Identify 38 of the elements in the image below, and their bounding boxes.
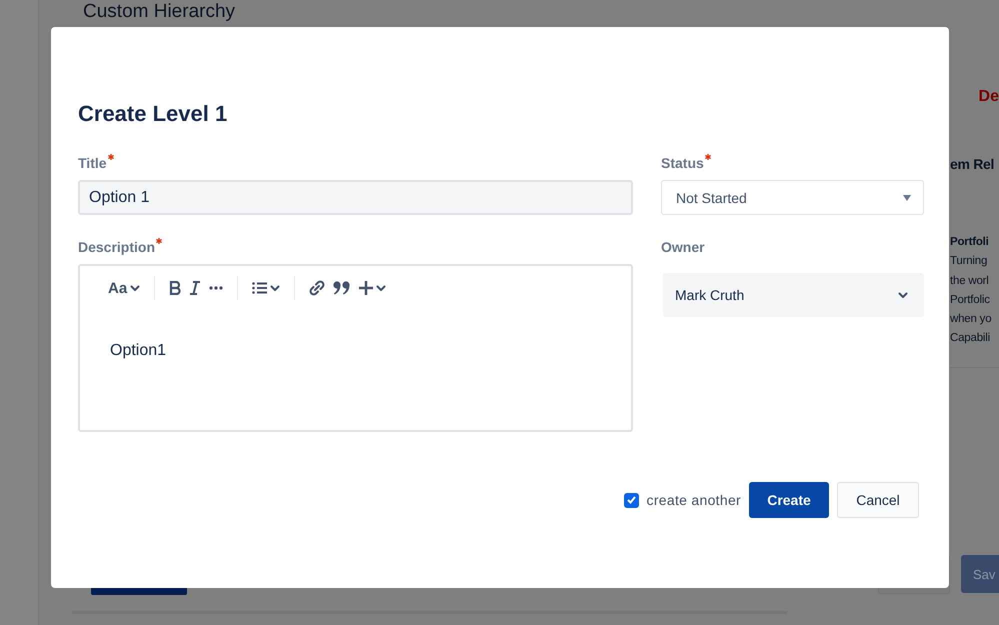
field-label: Status	[661, 155, 924, 172]
status-label: De	[978, 88, 999, 106]
link-icon[interactable]	[309, 280, 326, 296]
field-label: Owner	[661, 239, 706, 256]
chevron-down-icon	[376, 284, 386, 292]
card-text: Capabili	[950, 331, 991, 346]
create-button[interactable]: Create	[749, 482, 829, 518]
bold-icon[interactable]	[169, 281, 182, 295]
plus-icon	[359, 281, 374, 295]
field-label: Description	[78, 239, 633, 256]
field-label: Title	[78, 155, 633, 172]
check-icon	[626, 496, 636, 504]
caret-icon	[903, 194, 911, 200]
chevron-down-icon	[130, 284, 140, 292]
status-select[interactable]: Not Started	[661, 180, 924, 215]
card-text: the worl	[950, 274, 990, 289]
section-heading: em Rel	[950, 156, 994, 172]
card-text: Turning	[950, 254, 988, 270]
card-title: Portfoli	[950, 235, 990, 250]
chevron-down-icon	[898, 292, 908, 298]
cancel-button[interactable]: Cancel	[837, 482, 919, 518]
more-icon[interactable]	[209, 286, 224, 290]
title-input[interactable]: Option 1	[78, 180, 633, 215]
list-button[interactable]	[252, 282, 280, 294]
description-editor[interactable]: Aa Option1	[78, 264, 633, 432]
card-text: when yo	[950, 312, 992, 328]
editor-text: Option1	[109, 341, 168, 360]
insert-button[interactable]	[359, 281, 386, 295]
list-icon	[252, 282, 268, 294]
page-title: Custom Hierarchy	[83, 1, 236, 23]
text-style-button[interactable]: Aa	[108, 280, 140, 296]
quote-icon[interactable]	[333, 281, 352, 295]
create-another-checkbox[interactable]: create another	[624, 492, 741, 508]
card-text: Portfolic	[950, 292, 991, 308]
owner-dropdown[interactable]: Mark Cruth	[663, 273, 924, 317]
dialog-title: Create Level 1	[78, 101, 228, 127]
chevron-down-icon	[270, 284, 280, 292]
italic-icon[interactable]	[189, 281, 202, 295]
